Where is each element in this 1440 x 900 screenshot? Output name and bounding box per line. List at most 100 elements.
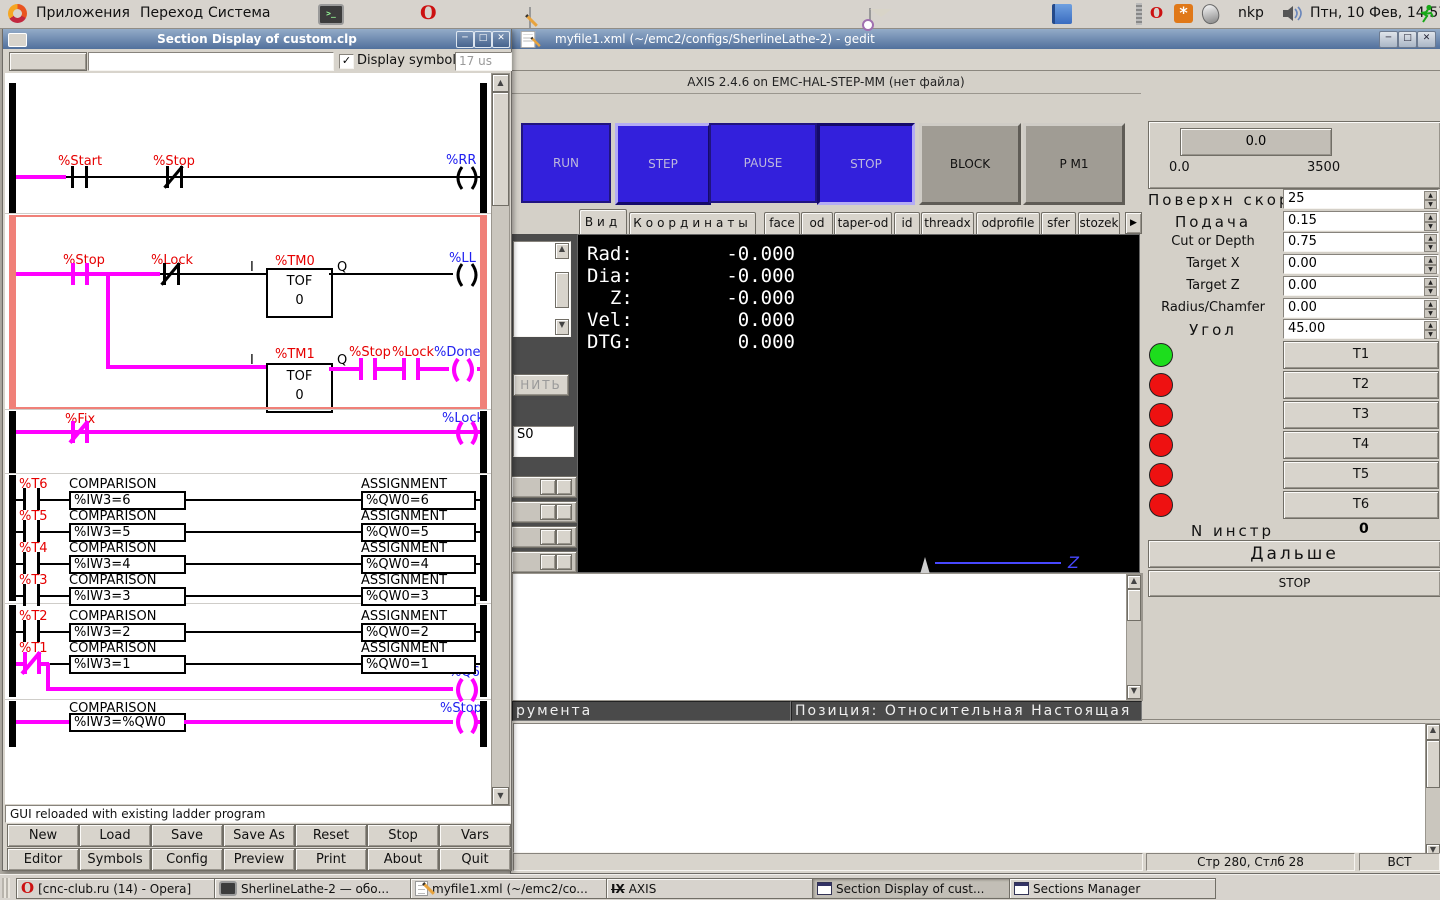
list-scroll-down-icon[interactable]: ▼ (555, 319, 569, 335)
strip-widget-button[interactable] (540, 504, 556, 520)
preview-button[interactable]: Preview (223, 848, 295, 871)
scroll-up-icon[interactable]: ▲ (492, 74, 509, 92)
new-button[interactable]: New (7, 824, 79, 847)
symbols-button[interactable]: Symbols (79, 848, 151, 871)
gedit-text-area[interactable] (513, 723, 1427, 853)
reset-button[interactable]: Reset (295, 824, 367, 847)
spin-down-icon[interactable]: ▼ (1424, 287, 1437, 296)
spin-arrows[interactable]: ▲▼ (1424, 278, 1437, 294)
taskbar-item[interactable]: SherlineLathe-2 — обо... (214, 878, 415, 899)
tab-face[interactable]: face (764, 212, 800, 234)
gedit-launcher-icon[interactable] (529, 7, 531, 28)
menu-system[interactable]: Система (208, 5, 270, 21)
field-target-z[interactable]: 0.00▲▼ (1283, 276, 1439, 296)
spin-arrows[interactable]: ▲▼ (1424, 234, 1437, 250)
gedit-titlebar[interactable]: myfile1.xml (~/emc2/configs/SherlineLath… (511, 29, 1440, 49)
tab-odprofile[interactable]: odprofile (976, 212, 1040, 234)
spin-down-icon[interactable]: ▼ (1424, 200, 1437, 209)
strip-widget-row[interactable] (511, 476, 577, 498)
msg-scroll-up-icon[interactable]: ▲ (1127, 575, 1141, 589)
stop-button[interactable]: Stop (367, 824, 439, 847)
taskbar-item[interactable]: Section Display of cust... (812, 878, 1014, 899)
stop-sequence-button[interactable]: STOP (1148, 570, 1440, 597)
spin-up-icon[interactable]: ▲ (1424, 278, 1437, 287)
strip-widget-button[interactable] (540, 479, 556, 495)
ladder-minimize-button[interactable]: ─ (456, 31, 474, 48)
spin-down-icon[interactable]: ▼ (1424, 243, 1437, 252)
section-name-combo[interactable] (88, 52, 334, 71)
p-m1-button[interactable]: P M1 (1023, 123, 1125, 205)
message-scrollbar[interactable]: ▲ ▼ (1126, 574, 1142, 700)
quit-button[interactable]: Quit (439, 848, 511, 871)
tool-button-t2[interactable]: T2 (1283, 371, 1439, 399)
tool-button-t1[interactable]: T1 (1283, 341, 1439, 369)
strip-widget-row[interactable] (511, 501, 577, 523)
tool-button-t6[interactable]: T6 (1283, 491, 1439, 519)
opera-tray-icon[interactable]: O (1150, 6, 1163, 21)
tab-вид[interactable]: Вид (579, 209, 627, 234)
load-button[interactable]: Load (79, 824, 151, 847)
save-button[interactable]: Save (151, 824, 223, 847)
taskbar-item[interactable]: myfile1.xml (~/emc2/co... (410, 878, 611, 899)
field-подача[interactable]: 0.15▲▼ (1283, 211, 1439, 231)
vars-button[interactable]: Vars (439, 824, 511, 847)
tab-threadx[interactable]: threadx (921, 212, 974, 234)
display-symbols-checkbox[interactable]: ✓ (339, 54, 354, 69)
msg-scrollbar-thumb[interactable] (1127, 589, 1141, 621)
spin-up-icon[interactable]: ▲ (1424, 234, 1437, 243)
spin-arrows[interactable]: ▲▼ (1424, 256, 1437, 272)
axis-titlebar[interactable]: AXIS 2.4.6 on EMC-HAL-STEP-MM (нет файла… (511, 71, 1141, 94)
volume-icon[interactable] (1282, 5, 1304, 26)
run-dialog-icon[interactable] (1418, 4, 1435, 28)
strip-widget-button[interactable] (556, 529, 572, 545)
spin-up-icon[interactable]: ▲ (1424, 300, 1437, 309)
taskbar-item[interactable]: IXAXIS (606, 878, 820, 899)
stop-button[interactable]: STOP (817, 123, 915, 205)
spin-up-icon[interactable]: ▲ (1424, 191, 1437, 200)
tool-button-t5[interactable]: T5 (1283, 461, 1439, 489)
taskbar-item[interactable]: O[cnc-club.ru (14) - Opera] (16, 878, 219, 899)
spin-arrows[interactable]: ▲▼ (1424, 191, 1437, 207)
field-поверхн-скор[interactable]: 25▲▼ (1283, 189, 1439, 209)
strip-widget-row[interactable] (511, 551, 577, 573)
strip-widget-button[interactable] (556, 504, 572, 520)
field-target-x[interactable]: 0.00▲▼ (1283, 254, 1439, 274)
spindle-speed-bar[interactable]: 0.0 (1180, 128, 1332, 156)
step-button[interactable]: STEP (615, 123, 711, 205)
taskbar-item[interactable]: Sections Manager (1009, 878, 1216, 899)
strip-widget-row[interactable] (511, 526, 577, 548)
mail-clock-icon[interactable] (869, 8, 871, 29)
field-угол[interactable]: 45.00▲▼ (1283, 319, 1439, 339)
spin-up-icon[interactable]: ▲ (1424, 256, 1437, 265)
username-label[interactable]: nkp (1238, 5, 1264, 21)
gedit-maximize-button[interactable]: □ (1398, 31, 1417, 48)
gedit-close-button[interactable]: ✕ (1417, 31, 1436, 48)
scroll-down-icon[interactable]: ▼ (492, 787, 509, 805)
axis-preview-viewport[interactable]: Rad:-0.000Dia:-0.000 Z:-0.000Vel:0.000DT… (577, 234, 1140, 573)
menu-places[interactable]: Переход (140, 5, 203, 21)
tab-scroll-right-icon[interactable]: ▶ (1125, 212, 1142, 234)
ladder-titlebar[interactable]: Section Display of custom.clp ─ □ ✕ (3, 29, 511, 49)
tab-id[interactable]: id (894, 212, 920, 234)
tab-taper-od[interactable]: taper-od (834, 212, 892, 234)
panel-handle[interactable] (1136, 3, 1142, 25)
spin-arrows[interactable]: ▲▼ (1424, 321, 1437, 337)
gedit-scrollbar[interactable]: ▲ ▼ (1425, 723, 1440, 861)
opera-launcher-icon[interactable]: O (420, 4, 437, 23)
notification-tray-icon[interactable]: * (1174, 4, 1193, 23)
spin-down-icon[interactable]: ▼ (1424, 222, 1437, 231)
thread-button[interactable]: НИТЬ (513, 374, 569, 396)
spin-down-icon[interactable]: ▼ (1424, 265, 1437, 274)
mouse-tray-icon[interactable] (1200, 2, 1222, 26)
thread-listbox[interactable]: ▲ ▼ (513, 241, 571, 337)
tab-stozek[interactable]: stozek (1078, 212, 1120, 234)
ladder-scrollbar[interactable]: ▲ ▼ (491, 73, 510, 806)
strip-widget-button[interactable] (556, 479, 572, 495)
spin-down-icon[interactable]: ▼ (1424, 309, 1437, 318)
block-button[interactable]: BLOCK (919, 123, 1021, 205)
scrollbar-thumb[interactable] (1426, 740, 1440, 788)
spindle-speed-field[interactable]: S0 (513, 426, 574, 457)
next-button[interactable]: Дальше (1148, 540, 1440, 568)
editor-button[interactable]: Editor (7, 848, 79, 871)
menu-applications[interactable]: Приложения (36, 5, 130, 21)
